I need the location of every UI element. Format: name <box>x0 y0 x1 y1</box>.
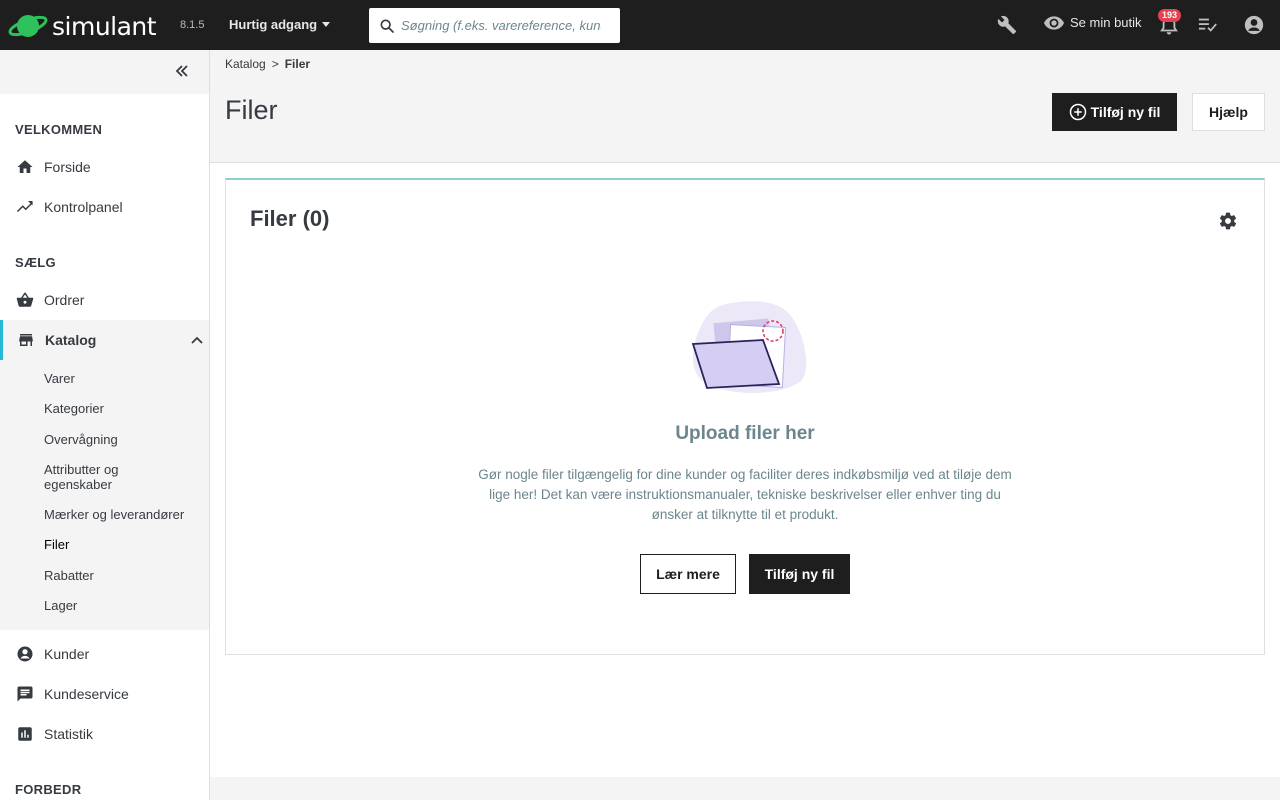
add-file-button[interactable]: Tilføj ny fil <box>749 554 850 594</box>
caret-down-icon <box>322 22 331 27</box>
learn-more-button[interactable]: Lær mere <box>640 554 736 594</box>
sidebar-item-label: Forside <box>44 159 91 175</box>
sidebar-item-label: Katalog <box>45 332 97 348</box>
sidebar-item-customer-service[interactable]: Kundeservice <box>0 674 209 714</box>
search-icon <box>380 19 394 33</box>
sidebar-item-orders[interactable]: Ordrer <box>0 280 209 320</box>
submenu-item-brands[interactable]: Mærker og leverandører <box>44 507 184 522</box>
section-sell: SÆLG <box>15 255 56 270</box>
brand-name: simulant <box>52 11 157 41</box>
home-icon <box>17 160 33 173</box>
account-icon[interactable] <box>1244 15 1264 35</box>
submenu-item-stock[interactable]: Lager <box>44 598 77 613</box>
search-box[interactable] <box>369 8 620 43</box>
notifications-badge: 193 <box>1158 9 1182 22</box>
add-file-header-label: Tilføj ny fil <box>1090 104 1161 120</box>
sidebar: VELKOMMEN Forside Kontrolpanel SÆLG Ordr… <box>0 50 210 800</box>
sidebar-collapse-bar[interactable] <box>0 50 209 94</box>
chevron-up-icon[interactable] <box>191 335 203 345</box>
add-file-header-button[interactable]: Tilføj ny fil <box>1052 93 1177 131</box>
sidebar-item-label: Kundeservice <box>44 686 129 702</box>
sidebar-item-home[interactable]: Forside <box>0 147 209 187</box>
empty-state-title: Upload filer her <box>675 423 815 444</box>
empty-state-description: Gør nogle filer tilgængelig for dine kun… <box>478 467 1012 522</box>
view-shop-label: Se min butik <box>1070 15 1142 30</box>
top-header: simulant 8.1.5 Hurtig adgang Se min buti… <box>0 0 1280 50</box>
sidebar-item-customers[interactable]: Kunder <box>0 634 209 674</box>
card-title: Filer (0) <box>250 206 330 231</box>
sidebar-item-label: Statistik <box>44 726 94 742</box>
brand-logo[interactable]: simulant <box>8 10 157 42</box>
catalog-submenu: Varer Kategorier Overvågning Attributter… <box>0 360 209 630</box>
chat-icon <box>17 686 33 702</box>
submenu-item-products[interactable]: Varer <box>44 371 75 386</box>
submenu-item-monitoring[interactable]: Overvågning <box>44 432 118 447</box>
store-icon <box>19 334 33 346</box>
quick-access-dropdown[interactable]: Hurtig adgang <box>229 17 331 32</box>
version-label: 8.1.5 <box>180 19 205 31</box>
sidebar-item-label: Kunder <box>44 646 90 662</box>
submenu-item-attributes[interactable]: Attributter og egenskaber <box>44 462 154 492</box>
submenu-item-files[interactable]: Filer <box>44 537 69 552</box>
account-circle-icon <box>17 646 33 662</box>
footer-strip <box>210 777 1280 800</box>
breadcrumb-catalog-link[interactable]: Katalog <box>225 57 266 71</box>
submenu-item-discounts[interactable]: Rabatter <box>44 568 94 583</box>
section-improve: FORBEDR <box>15 782 82 797</box>
page-title: Filer <box>225 95 278 125</box>
eye-icon <box>1044 15 1064 30</box>
breadcrumb-separator: > <box>271 57 279 71</box>
sidebar-item-label: Kontrolpanel <box>44 199 123 215</box>
page-header: Katalog > Filer Filer Tilføj ny fil Hjælp <box>210 50 1280 163</box>
submenu-item-categories[interactable]: Kategorier <box>44 401 104 416</box>
checklist-icon[interactable] <box>1198 16 1218 34</box>
section-welcome: VELKOMMEN <box>15 122 103 137</box>
wrench-icon[interactable] <box>997 15 1017 35</box>
planet-logo-icon <box>8 15 48 37</box>
sidebar-item-label: Ordrer <box>44 292 85 308</box>
trending-up-icon <box>16 201 34 213</box>
folder-illustration-icon <box>691 301 807 393</box>
help-button[interactable]: Hjælp <box>1192 93 1265 131</box>
bar-chart-icon <box>18 727 32 741</box>
sidebar-item-catalog[interactable]: Katalog <box>0 320 209 360</box>
plus-circle-icon <box>1069 103 1086 121</box>
sidebar-item-stats[interactable]: Statistik <box>0 714 209 754</box>
view-shop-link[interactable]: Se min butik <box>1044 15 1142 30</box>
breadcrumb: Katalog > Filer <box>225 57 310 71</box>
basket-icon <box>16 292 34 307</box>
breadcrumb-current: Filer <box>284 57 311 71</box>
files-card: Filer (0) Upload filer her Gør nogle fil… <box>225 178 1265 655</box>
search-input[interactable] <box>401 18 601 33</box>
double-chevron-left-icon[interactable] <box>174 63 190 79</box>
gear-icon[interactable] <box>1218 211 1238 231</box>
sidebar-item-dashboard[interactable]: Kontrolpanel <box>0 187 209 227</box>
quick-access-label: Hurtig adgang <box>229 17 318 32</box>
